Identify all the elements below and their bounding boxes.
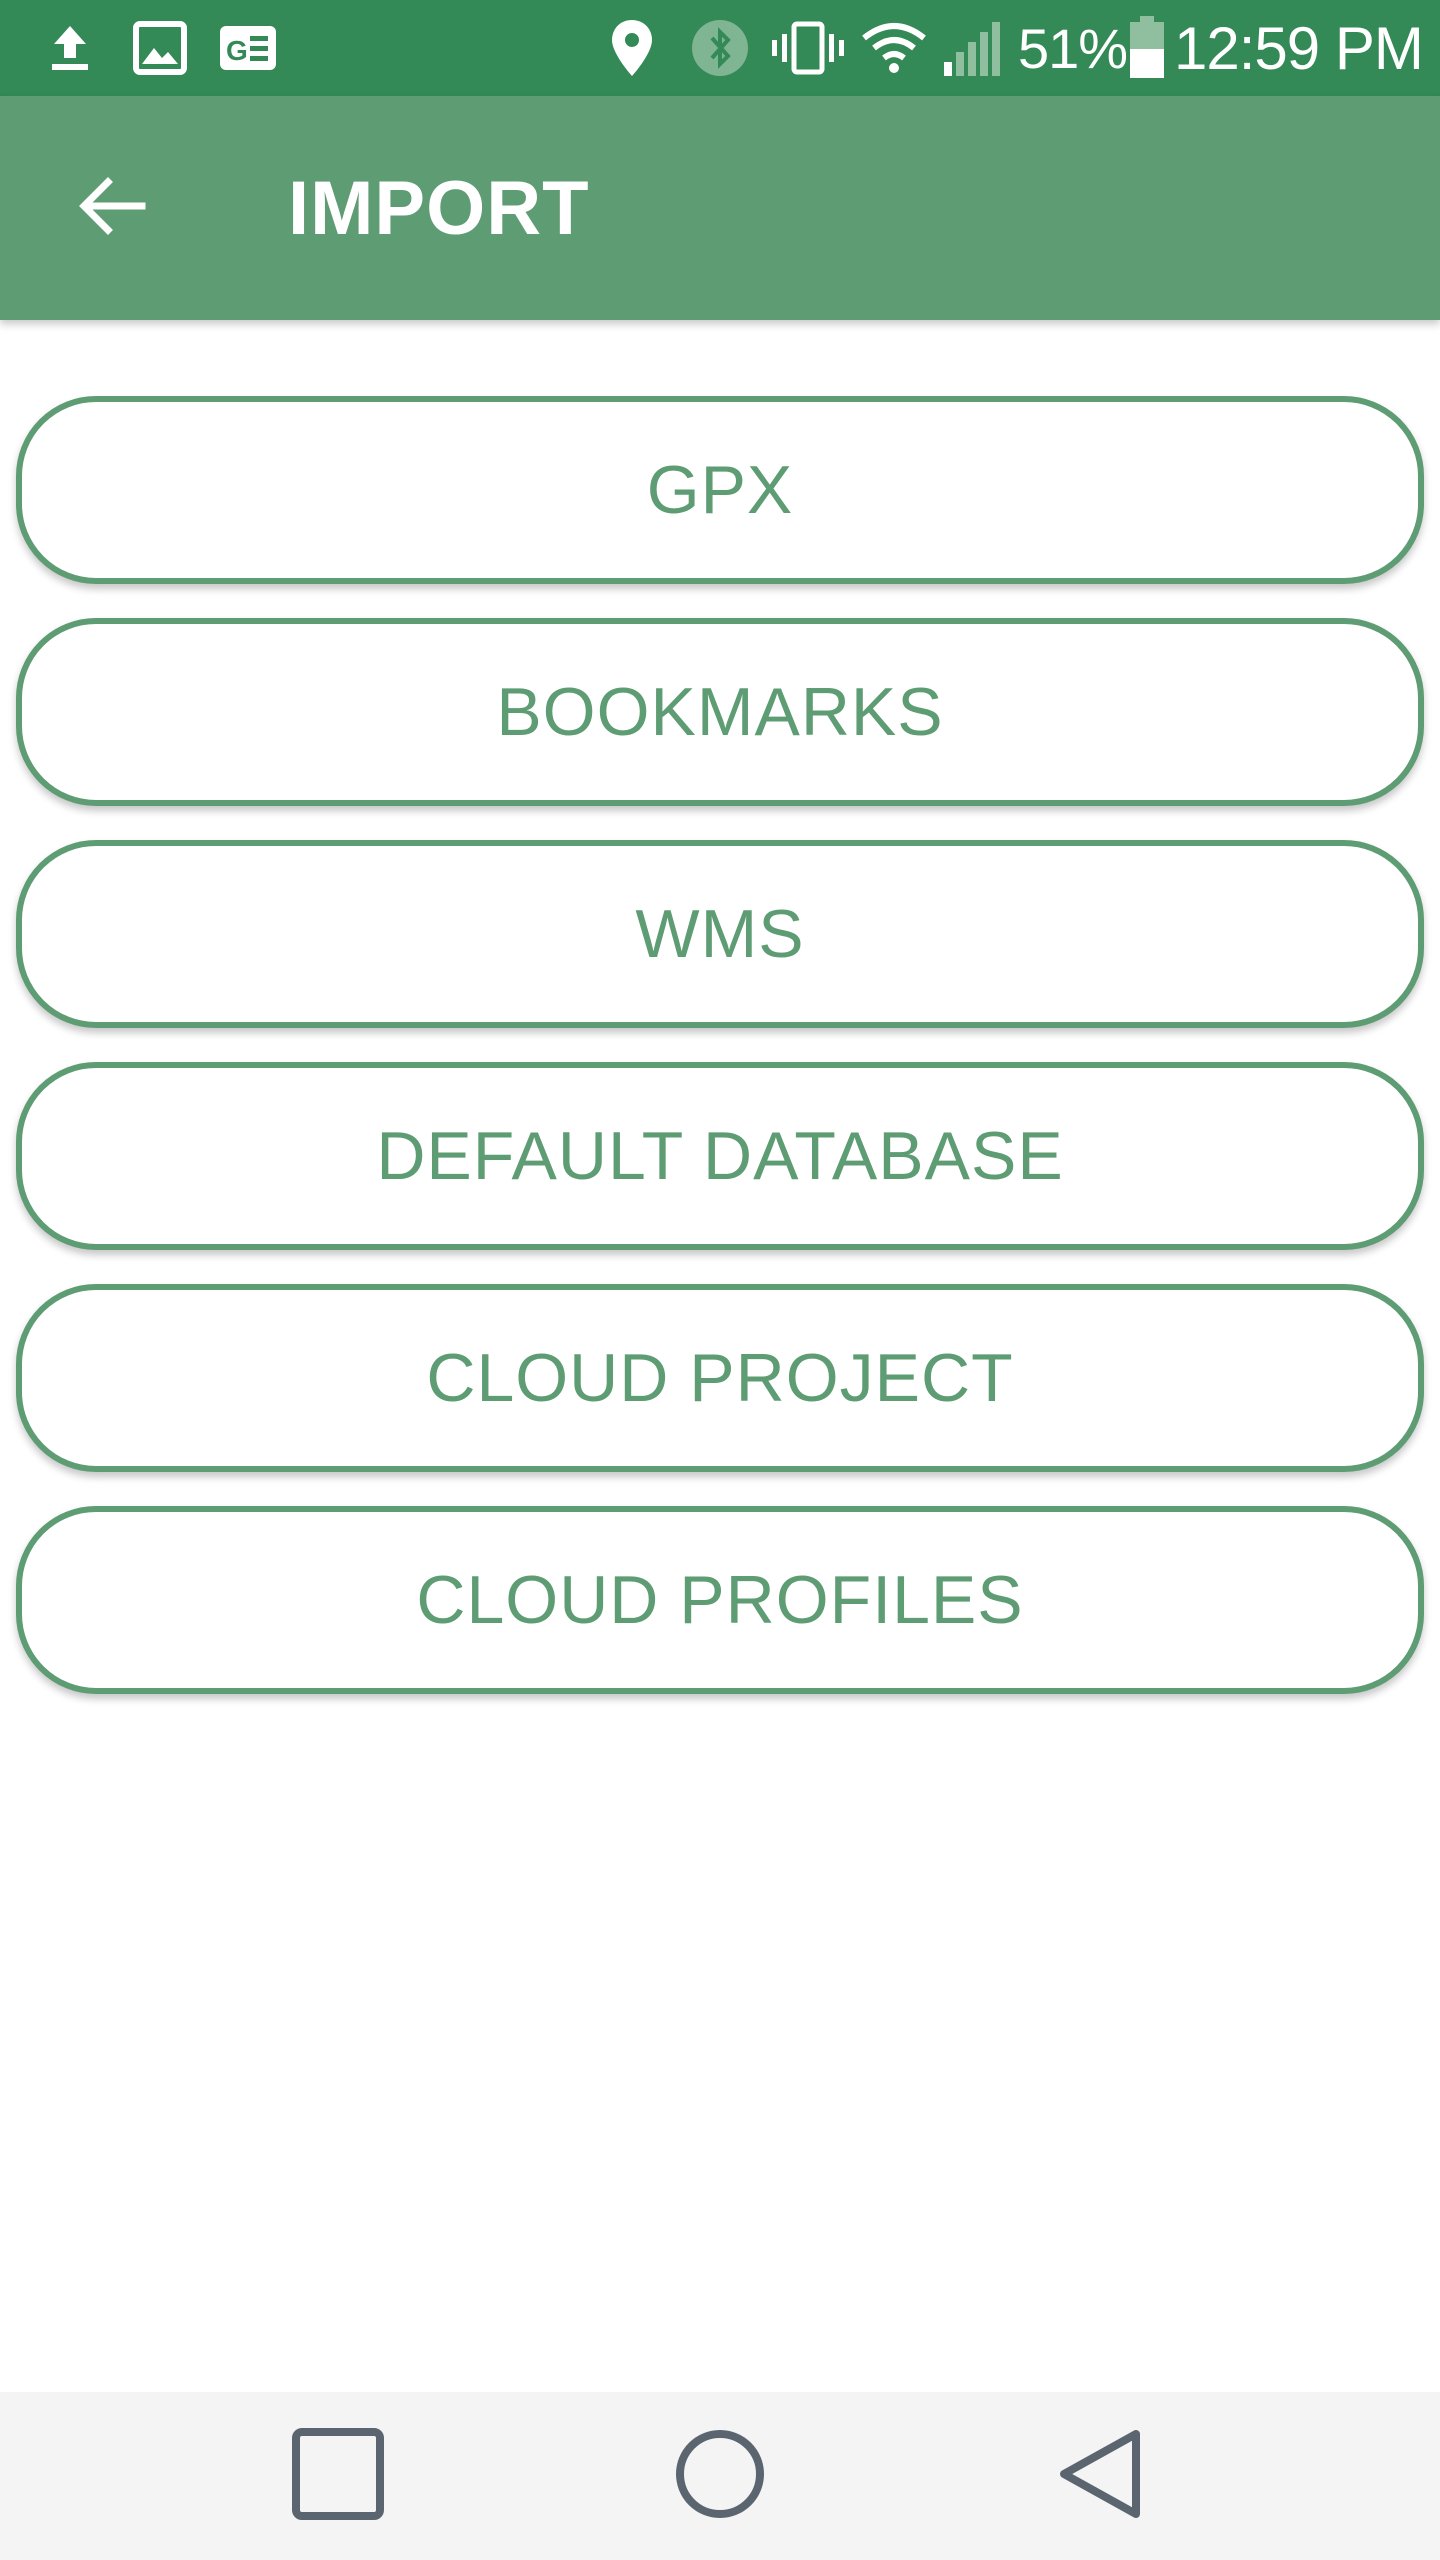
svg-text:G: G [226,35,248,66]
bluetooth-icon [688,20,752,76]
arrow-back-icon [76,174,148,243]
gpx-button[interactable]: GPX [16,396,1424,584]
recent-apps-button[interactable] [268,2412,408,2540]
image-icon [132,20,188,76]
battery-icon [1128,16,1166,80]
page-title: IMPORT [288,165,590,251]
system-nav-bar [0,2392,1440,2560]
home-button[interactable] [650,2412,790,2540]
bookmarks-button[interactable]: BOOKMARKS [16,618,1424,806]
cloud-project-button[interactable]: CLOUD PROJECT [16,1284,1424,1472]
status-time: 12:59 PM [1174,14,1424,82]
wifi-icon [860,20,928,76]
news-icon: G [218,20,278,76]
upload-icon [46,20,94,76]
wms-button[interactable]: WMS [16,840,1424,1028]
battery-percent: 51% [1018,16,1128,80]
cloud-profiles-button[interactable]: CLOUD PROFILES [16,1506,1424,1694]
location-icon [608,20,656,76]
default-database-button[interactable]: DEFAULT DATABASE [16,1062,1424,1250]
vibrate-icon [770,20,846,76]
recent-apps-icon [290,2426,386,2527]
home-icon [672,2426,768,2527]
back-button[interactable] [56,160,168,256]
status-bar: G 51% 12:59 PM [0,0,1440,96]
back-icon [1054,2426,1150,2527]
app-bar: IMPORT [0,96,1440,320]
signal-icon [940,20,1004,76]
system-back-button[interactable] [1032,2412,1172,2540]
